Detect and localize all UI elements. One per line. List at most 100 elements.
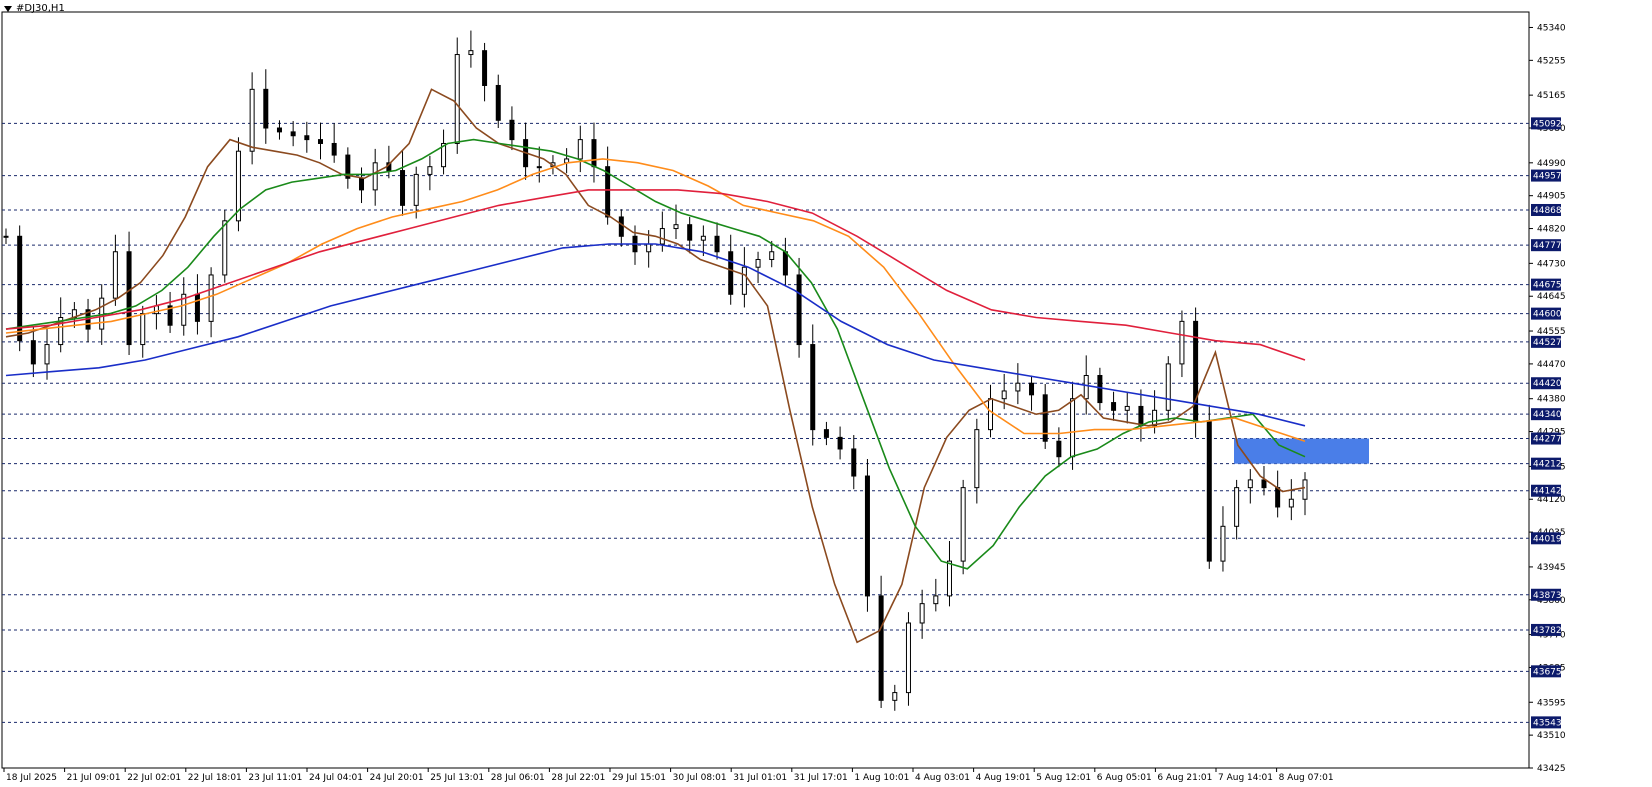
candle-body xyxy=(796,274,802,346)
candle-body xyxy=(905,622,911,694)
y-tick-label: 44470 xyxy=(1537,360,1566,370)
candle-body xyxy=(673,224,679,230)
moving-average-line xyxy=(5,189,1306,361)
candle-body xyxy=(741,266,747,295)
level-price-tag-label: 43675 xyxy=(1533,667,1562,677)
y-tick-label: 44645 xyxy=(1537,292,1566,302)
candle-body xyxy=(919,603,925,624)
candle-body xyxy=(618,216,624,237)
candle-body xyxy=(1302,479,1308,500)
candle-body xyxy=(988,398,994,431)
candle-body xyxy=(17,235,23,342)
supply-zone xyxy=(1234,438,1369,464)
price-chart[interactable]: 4534045255451654508044990449054482044730… xyxy=(0,0,1652,787)
y-tick-label: 44905 xyxy=(1537,192,1566,202)
candle-body xyxy=(1056,440,1062,458)
candle-body xyxy=(331,142,337,156)
candle-body xyxy=(359,177,365,191)
candle-body xyxy=(946,560,952,597)
x-tick-label: 4 Aug 03:01 xyxy=(915,773,970,783)
candle-body xyxy=(400,170,406,206)
level-price-tag-label: 44777 xyxy=(1533,241,1562,251)
candle-body xyxy=(700,235,706,241)
moving-average-line xyxy=(5,243,1306,427)
candle-body xyxy=(304,135,310,141)
level-price-tag-label: 44212 xyxy=(1533,460,1562,470)
x-tick-label: 23 Jul 11:01 xyxy=(248,773,302,783)
candle-body xyxy=(140,313,146,346)
y-tick-label: 44820 xyxy=(1537,225,1566,235)
candle-body xyxy=(659,228,665,245)
candle-body xyxy=(1234,487,1240,527)
level-price-tag-label: 45092 xyxy=(1533,119,1562,129)
candle-body xyxy=(646,243,652,253)
candle-body xyxy=(1083,374,1089,400)
candle-body xyxy=(1288,498,1294,508)
x-tick-label: 24 Jul 04:01 xyxy=(309,773,363,783)
candle-body xyxy=(714,235,720,253)
candle-body xyxy=(44,344,50,365)
level-price-tag-label: 44340 xyxy=(1533,410,1562,420)
candle-body xyxy=(536,166,542,169)
candle-body xyxy=(1165,363,1171,411)
candle-body xyxy=(1015,382,1021,392)
candle-body xyxy=(974,429,980,489)
x-tick-label: 5 Aug 12:01 xyxy=(1036,773,1091,783)
plot-frame xyxy=(1,11,1530,769)
level-price-tag-label: 44142 xyxy=(1533,487,1562,497)
candle-body xyxy=(454,54,460,144)
level-price-tag-label: 44420 xyxy=(1533,379,1562,389)
candle-body xyxy=(823,429,829,438)
level-price-tag-label: 43873 xyxy=(1533,591,1562,601)
candle-body xyxy=(933,595,939,605)
x-tick-label: 24 Jul 20:01 xyxy=(370,773,424,783)
candle-body xyxy=(1247,479,1253,489)
level-price-tag-label: 44868 xyxy=(1533,206,1562,216)
x-tick-label: 28 Jul 06:01 xyxy=(491,773,545,783)
candle-body xyxy=(878,595,884,701)
candle-body xyxy=(99,297,105,330)
candle-body xyxy=(194,293,200,322)
candle-body xyxy=(126,251,132,346)
moving-average-line xyxy=(5,88,1306,644)
level-price-tag-label: 44277 xyxy=(1533,435,1562,445)
x-tick-label: 8 Aug 07:01 xyxy=(1279,773,1334,783)
candle-body xyxy=(427,166,433,175)
candle-body xyxy=(482,50,488,86)
x-tick-label: 29 Jul 15:01 xyxy=(612,773,666,783)
x-tick-label: 22 Jul 02:01 xyxy=(127,773,181,783)
candle-body xyxy=(851,448,857,477)
moving-average-line xyxy=(5,138,1306,570)
candle-body xyxy=(769,251,775,260)
x-tick-label: 7 Aug 14:01 xyxy=(1218,773,1273,783)
candle-body xyxy=(577,139,583,160)
candle-body xyxy=(687,224,693,241)
level-price-tag-label: 43543 xyxy=(1533,718,1562,728)
x-tick-label: 30 Jul 08:01 xyxy=(673,773,727,783)
y-tick-label: 43510 xyxy=(1537,731,1566,741)
candle-body xyxy=(892,692,898,701)
candle-body xyxy=(1111,402,1117,411)
x-tick-label: 25 Jul 13:01 xyxy=(430,773,484,783)
candle-body xyxy=(112,251,118,299)
candle-body xyxy=(495,84,501,121)
x-tick-label: 31 Jul 01:01 xyxy=(733,773,787,783)
x-tick-label: 18 Jul 2025 xyxy=(6,773,57,783)
candle-body xyxy=(30,340,36,365)
candle-body xyxy=(1124,405,1130,411)
candle-body xyxy=(1138,405,1144,427)
candle-body xyxy=(1261,479,1267,489)
level-price-tag-label: 44957 xyxy=(1533,172,1562,182)
candle-body xyxy=(960,487,966,562)
candle-body xyxy=(276,127,282,133)
x-tick-label: 28 Jul 22:01 xyxy=(551,773,605,783)
candle-body xyxy=(728,251,734,295)
candle-body xyxy=(263,88,269,129)
candle-body xyxy=(864,475,870,597)
candle-body xyxy=(1179,320,1185,365)
candle-body xyxy=(1275,487,1281,508)
candle-body xyxy=(509,119,515,141)
y-tick-label: 43945 xyxy=(1537,563,1566,573)
candle-body xyxy=(1220,525,1226,562)
candle-body xyxy=(1001,390,1007,400)
